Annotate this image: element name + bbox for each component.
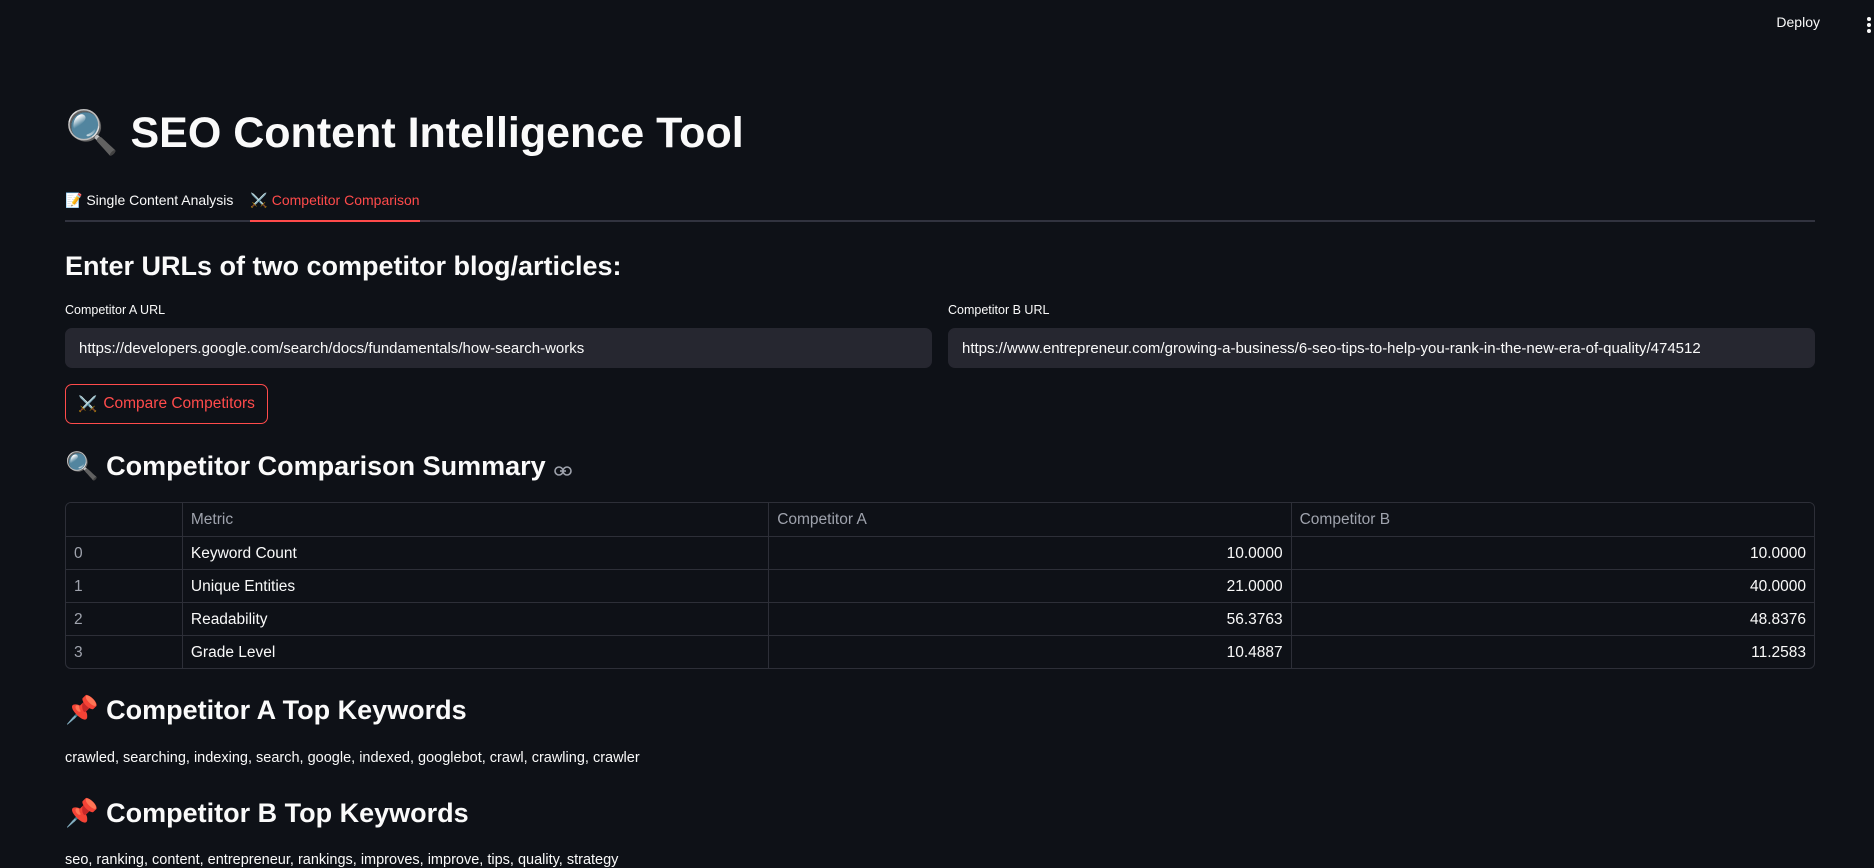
page-title: 🔍 SEO Content Intelligence Tool	[65, 109, 744, 157]
metric-cell[interactable]: Readability	[181, 603, 768, 635]
deploy-button[interactable]: Deploy	[1776, 14, 1820, 30]
column-header-competitor-b[interactable]: Competitor B	[1290, 503, 1814, 536]
form-heading: Enter URLs of two competitor blog/articl…	[65, 251, 622, 281]
tab-competitor-comparison[interactable]: ⚔️ Competitor Comparison	[250, 186, 420, 222]
competitor-a-keywords-heading: 📌 Competitor A Top Keywords	[65, 695, 467, 725]
competitor-a-keywords: crawled, searching, indexing, search, go…	[65, 750, 640, 766]
competitor-a-cell[interactable]: 10.4887	[768, 636, 1290, 668]
competitor-b-cell[interactable]: 10.0000	[1290, 537, 1814, 569]
row-index: 0	[74, 545, 83, 562]
table-row: 1 Unique Entities 21.0000 40.0000	[66, 569, 1814, 602]
table-row: 3 Grade Level 10.4887 11.2583	[66, 635, 1814, 668]
column-header-competitor-a[interactable]: Competitor A	[768, 503, 1290, 536]
row-index: 3	[74, 644, 83, 661]
compare-competitors-button[interactable]: ⚔️ Compare Competitors	[65, 384, 268, 424]
table-header-row: Metric Competitor A Competitor B	[66, 503, 1814, 536]
row-index: 1	[74, 578, 83, 595]
summary-heading-text: 🔍 Competitor Comparison Summary	[65, 451, 546, 481]
metric-cell[interactable]: Unique Entities	[181, 570, 768, 602]
competitor-b-url-input[interactable]	[948, 328, 1815, 368]
tab-bar: 📝 Single Content Analysis ⚔️ Competitor …	[65, 186, 1815, 222]
metric-cell[interactable]: Grade Level	[181, 636, 768, 668]
top-bar: Deploy	[0, 0, 1874, 52]
competitor-b-cell[interactable]: 40.0000	[1290, 570, 1814, 602]
column-header-index[interactable]	[66, 503, 182, 536]
competitor-a-label: Competitor A URL	[65, 303, 166, 317]
crossed-swords-icon: ⚔️	[78, 395, 98, 413]
table-row: 0 Keyword Count 10.0000 10.0000	[66, 536, 1814, 569]
table-row: 2 Readability 56.3763 48.8376	[66, 602, 1814, 635]
competitor-b-cell[interactable]: 48.8376	[1290, 603, 1814, 635]
competitor-b-label: Competitor B URL	[948, 303, 1050, 317]
competitor-b-cell[interactable]: 11.2583	[1290, 636, 1814, 668]
comparison-table[interactable]: Metric Competitor A Competitor B 0 Keywo…	[65, 502, 1815, 669]
competitor-a-cell[interactable]: 10.0000	[768, 537, 1290, 569]
column-header-metric[interactable]: Metric	[181, 503, 768, 536]
tab-single-content-analysis[interactable]: 📝 Single Content Analysis	[65, 186, 233, 222]
row-index: 2	[74, 611, 83, 628]
compare-button-label: Compare Competitors	[103, 395, 255, 412]
competitor-a-cell[interactable]: 21.0000	[768, 570, 1290, 602]
competitor-b-keywords-heading: 📌 Competitor B Top Keywords	[65, 798, 469, 828]
metric-cell[interactable]: Keyword Count	[181, 537, 768, 569]
more-menu-icon[interactable]	[1864, 14, 1874, 36]
competitor-a-url-input[interactable]	[65, 328, 932, 368]
anchor-link-icon[interactable]	[553, 452, 572, 484]
competitor-a-cell[interactable]: 56.3763	[768, 603, 1290, 635]
competitor-b-keywords: seo, ranking, content, entrepreneur, ran…	[65, 852, 619, 868]
summary-heading: 🔍 Competitor Comparison Summary	[65, 450, 572, 484]
